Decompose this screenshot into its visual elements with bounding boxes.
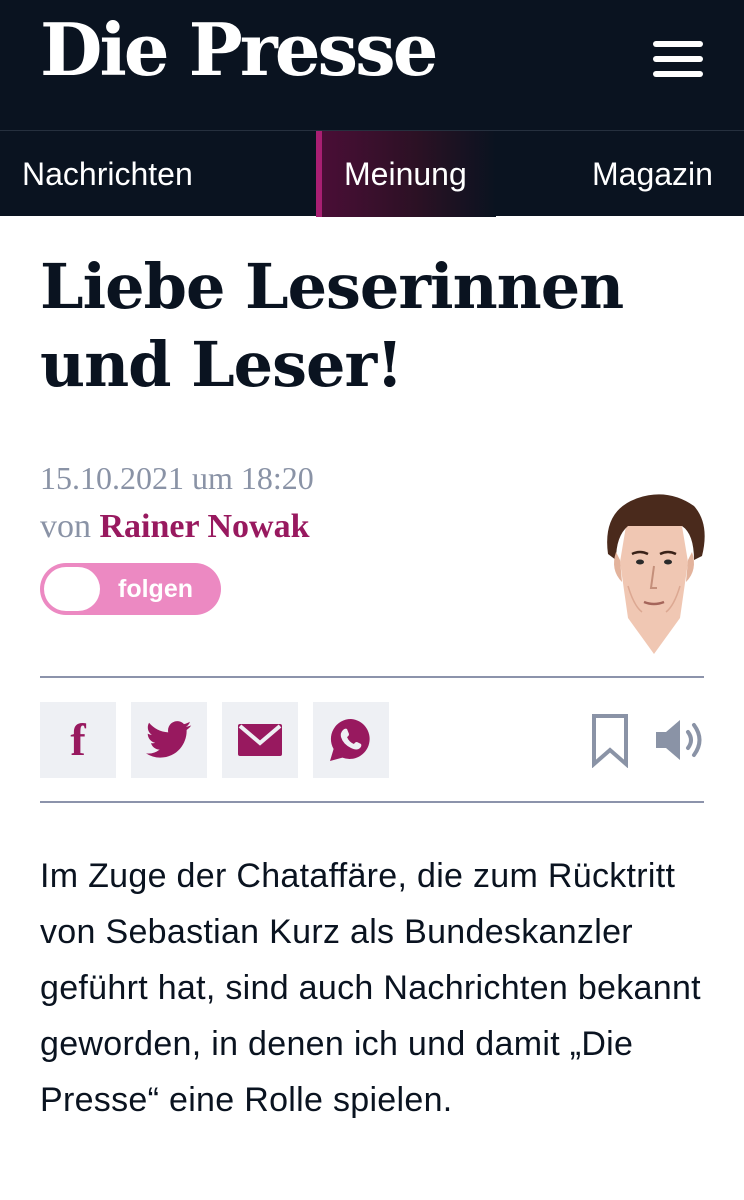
tab-meinung[interactable]: Meinung [316, 131, 496, 217]
article-headline: Liebe Leserinnen und Leser! [40, 250, 624, 401]
author-link[interactable]: Rainer Nowak [100, 508, 310, 545]
follow-label: folgen [118, 575, 193, 603]
article-date: 15.10.2021 um 18:20 [40, 460, 314, 496]
masthead: Die Presse [0, 0, 744, 130]
share-mail-button[interactable] [222, 702, 298, 778]
bookmark-icon[interactable] [588, 712, 632, 768]
hamburger-menu-icon[interactable] [648, 38, 708, 88]
facebook-icon: f [70, 714, 86, 765]
article-body: Im Zuge der Chataffäre, die zum Rücktrit… [40, 857, 701, 1119]
byline: von Rainer Nowak [40, 508, 310, 546]
tab-magazin[interactable]: Magazin [592, 131, 713, 217]
section-nav: Nachrichten Meinung Magazin [0, 130, 744, 217]
byline-prefix: von [40, 508, 91, 545]
twitter-icon [146, 721, 192, 758]
site-logo[interactable]: Die Presse [40, 14, 438, 86]
author-portrait-illustration [607, 494, 705, 654]
mail-icon [238, 724, 282, 756]
follow-toggle[interactable]: folgen [40, 563, 221, 615]
share-facebook-button[interactable]: f [40, 702, 116, 778]
whatsapp-icon [330, 718, 370, 761]
menu-bar [653, 71, 703, 77]
share-twitter-button[interactable] [131, 702, 207, 778]
divider [40, 676, 704, 678]
share-whatsapp-button[interactable] [313, 702, 389, 778]
speaker-icon[interactable] [652, 712, 708, 768]
menu-bar [653, 56, 703, 62]
menu-bar [653, 41, 703, 47]
divider [40, 801, 704, 803]
tab-nachrichten[interactable]: Nachrichten [22, 131, 193, 217]
toggle-knob [44, 567, 100, 611]
